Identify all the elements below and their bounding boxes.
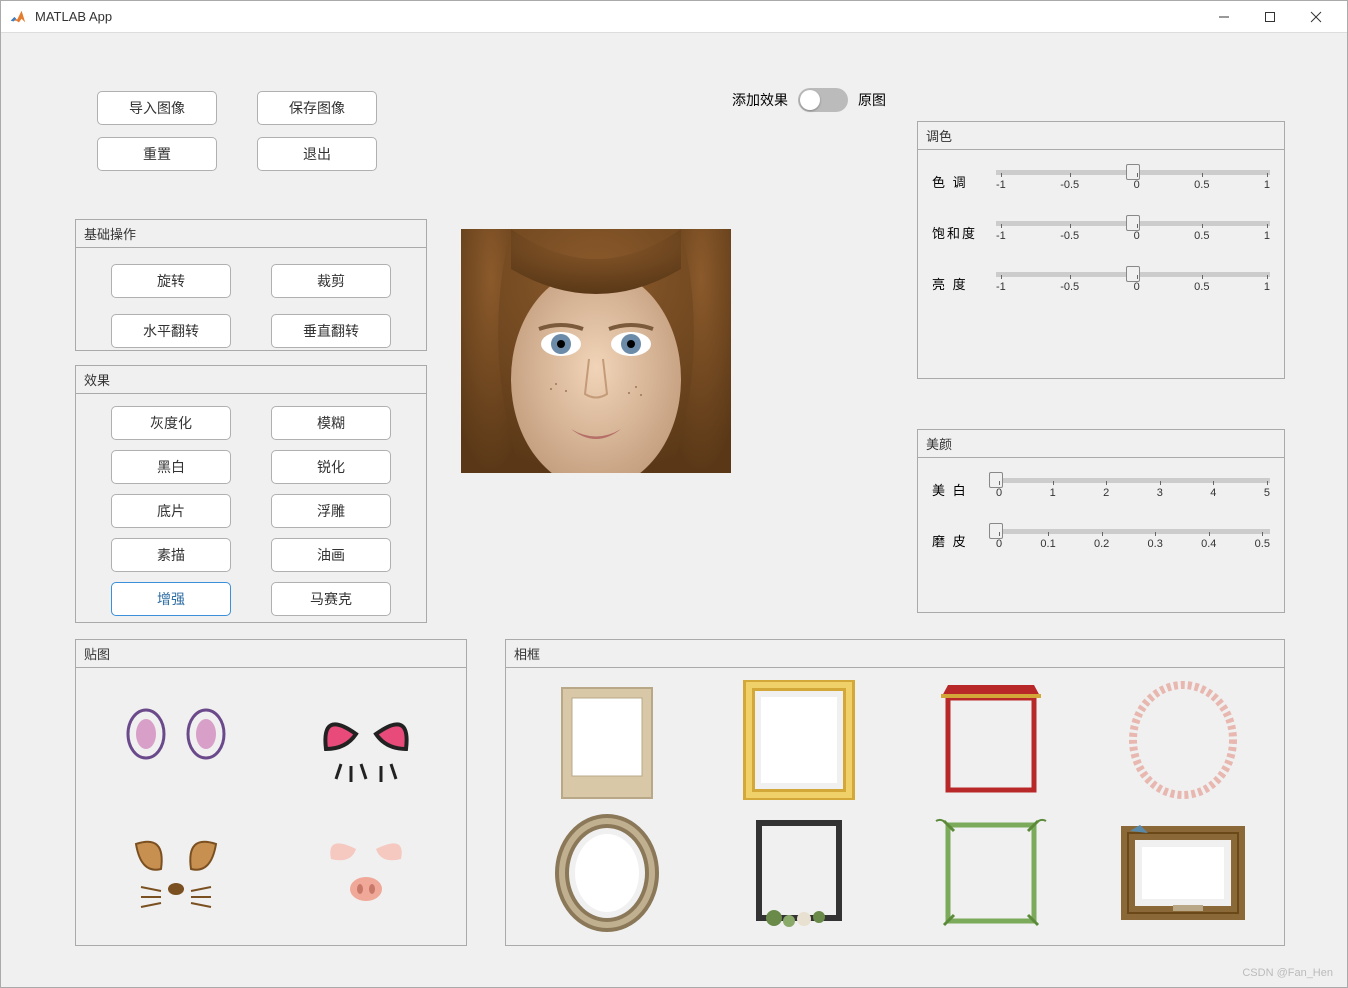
toggle-knob bbox=[800, 90, 820, 110]
top-button-group: 导入图像 保存图像 重置 退出 bbox=[97, 91, 377, 171]
preview-face-placeholder bbox=[461, 229, 731, 473]
saturation-slider[interactable] bbox=[996, 221, 1270, 226]
minimize-button[interactable] bbox=[1201, 1, 1247, 33]
toggle-right-label: 原图 bbox=[858, 90, 886, 110]
frame-floral[interactable] bbox=[708, 812, 890, 936]
frame-wood[interactable] bbox=[1092, 812, 1274, 936]
whiten-slider-row: 美 白 012345 bbox=[932, 478, 1270, 499]
titlebar: MATLAB App bbox=[1, 1, 1347, 33]
sticker-panel-title: 贴图 bbox=[76, 640, 466, 668]
image-preview bbox=[461, 229, 731, 473]
brightness-slider[interactable] bbox=[996, 272, 1270, 277]
frame-gold[interactable] bbox=[708, 678, 890, 802]
whiten-slider[interactable] bbox=[996, 478, 1270, 483]
beauty-panel-title: 美颜 bbox=[918, 430, 1284, 458]
effects-panel-title: 效果 bbox=[76, 366, 426, 394]
content-area: 添加效果 原图 导入图像 保存图像 重置 退出 基础操作 旋转 裁剪 bbox=[1, 33, 1347, 987]
frame-bamboo[interactable] bbox=[900, 812, 1082, 936]
frame-panel: 相框 bbox=[505, 639, 1285, 946]
frame-oval-pink[interactable] bbox=[1092, 678, 1274, 802]
maximize-button[interactable] bbox=[1247, 1, 1293, 33]
hue-label: 色 调 bbox=[932, 170, 982, 191]
effects-panel: 效果 灰度化 模糊 黑白 锐化 底片 浮雕 素描 油画 增强 马赛克 bbox=[75, 365, 427, 623]
save-button[interactable]: 保存图像 bbox=[257, 91, 377, 125]
sticker-cat-ears[interactable] bbox=[276, 686, 456, 802]
watermark: CSDN @Fan_Hen bbox=[1242, 967, 1333, 979]
beauty-panel: 美颜 美 白 012345 磨 皮 00.10.20.30.40.5 bbox=[917, 429, 1285, 613]
brightness-slider-row: 亮 度 -1-0.500.51 bbox=[932, 272, 1270, 293]
flip-h-button[interactable]: 水平翻转 bbox=[111, 314, 231, 348]
window-controls bbox=[1201, 1, 1339, 33]
effect-toggle-group: 添加效果 原图 bbox=[732, 88, 886, 112]
effect-toggle[interactable] bbox=[798, 88, 848, 112]
sticker-bunny-ears[interactable] bbox=[86, 686, 266, 802]
window-title: MATLAB App bbox=[35, 9, 112, 24]
smooth-label: 磨 皮 bbox=[932, 529, 982, 550]
enhance-button[interactable]: 增强 bbox=[111, 582, 231, 616]
gray-button[interactable]: 灰度化 bbox=[111, 406, 231, 440]
titlebar-left: MATLAB App bbox=[9, 8, 112, 26]
frame-paper[interactable] bbox=[516, 678, 698, 802]
saturation-thumb[interactable] bbox=[1126, 215, 1140, 231]
whiten-thumb[interactable] bbox=[989, 472, 1003, 488]
negative-button[interactable]: 底片 bbox=[111, 494, 231, 528]
smooth-thumb[interactable] bbox=[989, 523, 1003, 539]
sharpen-button[interactable]: 锐化 bbox=[271, 450, 391, 484]
brightness-label: 亮 度 bbox=[932, 272, 982, 293]
reset-button[interactable]: 重置 bbox=[97, 137, 217, 171]
sketch-button[interactable]: 素描 bbox=[111, 538, 231, 572]
smooth-slider[interactable] bbox=[996, 529, 1270, 534]
sticker-dog-ears[interactable] bbox=[86, 812, 266, 928]
app-window: MATLAB App 添加效果 原图 导入图像 保存图像 重置 退出 基础操作 bbox=[0, 0, 1348, 988]
hue-slider[interactable] bbox=[996, 170, 1270, 175]
brightness-thumb[interactable] bbox=[1126, 266, 1140, 282]
color-panel-title: 调色 bbox=[918, 122, 1284, 150]
hue-slider-row: 色 调 -1-0.500.51 bbox=[932, 170, 1270, 191]
crop-button[interactable]: 裁剪 bbox=[271, 264, 391, 298]
frame-panel-title: 相框 bbox=[506, 640, 1284, 668]
smooth-slider-row: 磨 皮 00.10.20.30.40.5 bbox=[932, 529, 1270, 550]
basic-ops-panel: 基础操作 旋转 裁剪 水平翻转 垂直翻转 bbox=[75, 219, 427, 351]
sticker-panel: 贴图 bbox=[75, 639, 467, 946]
sticker-pig-ears[interactable] bbox=[276, 812, 456, 928]
toggle-left-label: 添加效果 bbox=[732, 90, 788, 110]
mosaic-button[interactable]: 马赛克 bbox=[271, 582, 391, 616]
whiten-label: 美 白 bbox=[932, 478, 982, 499]
saturation-label: 饱和度 bbox=[932, 221, 982, 242]
close-button[interactable] bbox=[1293, 1, 1339, 33]
rotate-button[interactable]: 旋转 bbox=[111, 264, 231, 298]
oil-button[interactable]: 油画 bbox=[271, 538, 391, 572]
import-button[interactable]: 导入图像 bbox=[97, 91, 217, 125]
frame-chinese[interactable] bbox=[900, 678, 1082, 802]
emboss-button[interactable]: 浮雕 bbox=[271, 494, 391, 528]
exit-button[interactable]: 退出 bbox=[257, 137, 377, 171]
saturation-slider-row: 饱和度 -1-0.500.51 bbox=[932, 221, 1270, 242]
flip-v-button[interactable]: 垂直翻转 bbox=[271, 314, 391, 348]
blur-button[interactable]: 模糊 bbox=[271, 406, 391, 440]
hue-thumb[interactable] bbox=[1126, 164, 1140, 180]
frame-oval-ornate[interactable] bbox=[516, 812, 698, 936]
basic-panel-title: 基础操作 bbox=[76, 220, 426, 248]
color-panel: 调色 色 调 -1-0.500.51 饱和度 -1-0.500.51 bbox=[917, 121, 1285, 379]
matlab-icon bbox=[9, 8, 27, 26]
bw-button[interactable]: 黑白 bbox=[111, 450, 231, 484]
